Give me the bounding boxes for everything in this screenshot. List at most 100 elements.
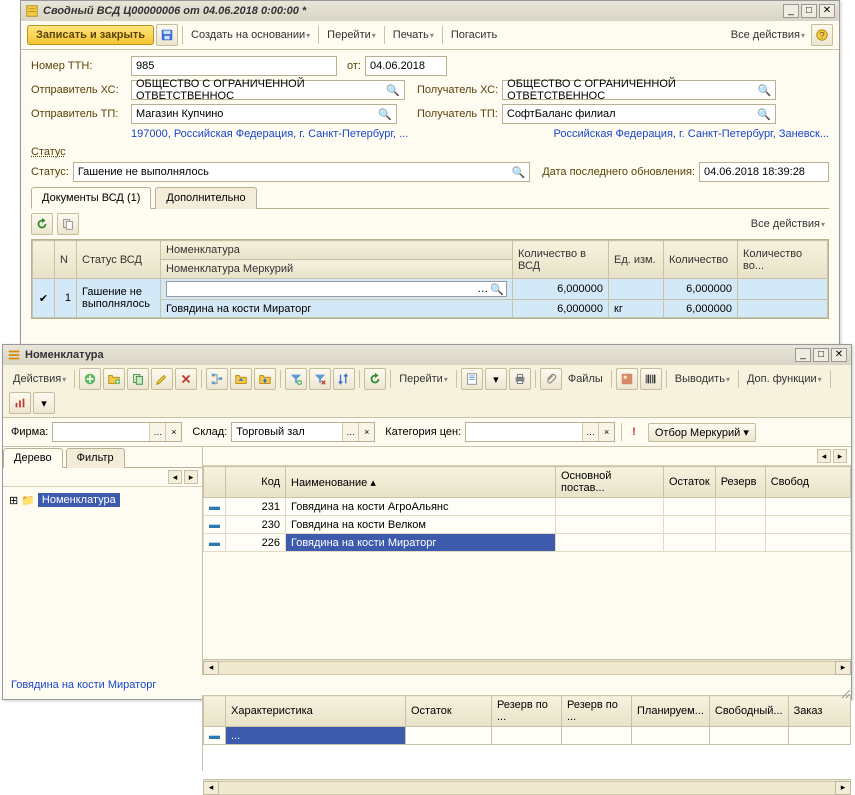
create-based-menu[interactable]: Создать на основании▾ xyxy=(187,27,314,43)
files-menu[interactable]: Файлы xyxy=(564,371,607,387)
sender-tp-input[interactable]: Магазин Купчино🔍 xyxy=(131,104,397,124)
firma-combo[interactable]: …× xyxy=(52,422,182,442)
col-free[interactable]: Свобод xyxy=(765,467,850,498)
col-stock[interactable]: Остаток xyxy=(664,467,716,498)
scroll-left-icon[interactable]: ◂ xyxy=(203,781,219,795)
table-row[interactable]: ▬ ... xyxy=(204,727,851,745)
col-free[interactable]: Свободный... xyxy=(709,696,788,727)
minimize-button[interactable]: _ xyxy=(783,4,799,18)
maximize-button[interactable]: □ xyxy=(813,348,829,362)
recipient-tp-input[interactable]: СофтБаланс филиал🔍 xyxy=(502,104,776,124)
tab-docs[interactable]: Документы ВСД (1) xyxy=(31,187,151,209)
table-row[interactable]: ✔ 1 Гашение не выполнялось … 🔍 6,000000 … xyxy=(33,279,828,300)
goto-menu[interactable]: Перейти▾ xyxy=(395,371,452,387)
print-icon[interactable] xyxy=(509,368,531,390)
nav-left-icon[interactable]: ◂ xyxy=(168,470,182,484)
recipient-address-link[interactable]: Российская Федерация, г. Санкт-Петербург… xyxy=(554,128,829,140)
expand-icon[interactable]: ⊞ xyxy=(9,494,18,507)
add-icon[interactable] xyxy=(79,368,101,390)
save-icon[interactable] xyxy=(156,24,178,46)
actions-menu[interactable]: Действия▾ xyxy=(9,371,70,387)
search-icon[interactable]: 🔍 xyxy=(378,108,392,121)
pogasit-button[interactable]: Погасить xyxy=(447,27,501,43)
col-unit[interactable]: Ед. изм. xyxy=(609,241,664,279)
all-actions-menu[interactable]: Все действия▾ xyxy=(727,27,809,43)
scroll-right-icon[interactable]: ▸ xyxy=(835,781,851,795)
status-input[interactable]: Гашение не выполнялось🔍 xyxy=(73,162,530,182)
col-order[interactable]: Заказ xyxy=(788,696,850,727)
sort-icon[interactable] xyxy=(333,368,355,390)
copy-icon[interactable] xyxy=(127,368,149,390)
col-stock[interactable]: Остаток xyxy=(406,696,492,727)
titlebar[interactable]: Номенклатура _ □ ✕ xyxy=(3,345,851,365)
updated-input[interactable]: 04.06.2018 18:39:28 xyxy=(699,162,829,182)
search-icon[interactable]: 🔍 xyxy=(490,283,504,296)
tree-root-label[interactable]: Номенклатура xyxy=(38,493,120,507)
col-plan[interactable]: Планируем... xyxy=(632,696,710,727)
help-icon[interactable]: ? xyxy=(811,24,833,46)
move-to-icon[interactable] xyxy=(254,368,276,390)
hierarchy-icon[interactable] xyxy=(206,368,228,390)
print-menu[interactable]: Печать▾ xyxy=(389,27,438,43)
resize-grip-icon[interactable] xyxy=(839,687,851,699)
col-nomen[interactable]: Номенклатура xyxy=(161,241,513,260)
dropdown-icon[interactable]: ▾ xyxy=(33,392,55,414)
minimize-button[interactable]: _ xyxy=(795,348,811,362)
ellipsis-icon[interactable]: … xyxy=(477,283,488,295)
copy-icon[interactable] xyxy=(57,213,79,235)
col-qty-vsd[interactable]: Количество в ВСД xyxy=(513,241,609,279)
vsd-grid[interactable]: N Статус ВСД Номенклатура Количество в В… xyxy=(31,239,829,319)
nomenclature-list[interactable]: Код Наименование ▴ Основной постав... Ос… xyxy=(203,466,851,659)
col-qty-in[interactable]: Количество во... xyxy=(738,241,828,279)
edit-icon[interactable] xyxy=(151,368,173,390)
extra-fn-menu[interactable]: Доп. функции▾ xyxy=(743,371,826,387)
refresh-icon[interactable] xyxy=(364,368,386,390)
filter-clear-icon[interactable] xyxy=(309,368,331,390)
nav-right-icon[interactable]: ▸ xyxy=(184,470,198,484)
grid-all-actions[interactable]: Все действия▾ xyxy=(747,216,829,232)
col-supplier[interactable]: Основной постав... xyxy=(556,467,664,498)
close-button[interactable]: ✕ xyxy=(831,348,847,362)
scroll-right-icon[interactable]: ▸ xyxy=(835,661,851,675)
dropdown-icon[interactable]: ▾ xyxy=(485,368,507,390)
filter-plus-icon[interactable] xyxy=(285,368,307,390)
col-code[interactable]: Код xyxy=(226,467,286,498)
image-icon[interactable] xyxy=(616,368,638,390)
sender-address-link[interactable]: 197000, Российская Федерация, г. Санкт-П… xyxy=(131,128,408,140)
add-folder-icon[interactable] xyxy=(103,368,125,390)
chart-icon[interactable] xyxy=(9,392,31,414)
list-item[interactable]: ▬ 226 Говядина на кости Мираторг xyxy=(204,534,851,552)
nomen-cell-input[interactable]: … 🔍 xyxy=(166,281,507,297)
scroll-left-icon[interactable]: ◂ xyxy=(203,661,219,675)
barcode-icon[interactable] xyxy=(640,368,662,390)
col-n[interactable]: N xyxy=(55,241,77,279)
attach-icon[interactable] xyxy=(540,368,562,390)
save-close-button[interactable]: Записать и закрыть xyxy=(27,25,154,45)
ttn-input[interactable]: 985 xyxy=(131,56,337,76)
price-combo[interactable]: …× xyxy=(465,422,615,442)
col-nomen-mercury[interactable]: Номенклатура Меркурий xyxy=(161,260,513,279)
tree-tab-tree[interactable]: Дерево xyxy=(3,448,63,468)
search-icon[interactable]: 🔍 xyxy=(757,108,771,121)
delete-icon[interactable] xyxy=(175,368,197,390)
col-name[interactable]: Наименование ▴ xyxy=(286,467,556,498)
titlebar[interactable]: Сводный ВСД Ц00000006 от 04.06.2018 0:00… xyxy=(21,1,839,21)
tree-root-row[interactable]: ⊞ 📁 Номенклатура xyxy=(9,493,196,507)
nav-left-icon[interactable]: ◂ xyxy=(817,449,831,463)
list-item[interactable]: ▬ 231 Говядина на кости АгроАльянс xyxy=(204,498,851,516)
hscrollbar[interactable]: ◂ ▸ xyxy=(203,659,851,675)
search-icon[interactable]: 🔍 xyxy=(757,84,771,97)
recipient-hs-input[interactable]: ОБЩЕСТВО С ОГРАНИЧЕННОЙ ОТВЕТСТВЕННОС🔍 xyxy=(502,80,776,100)
maximize-button[interactable]: □ xyxy=(801,4,817,18)
nav-right-icon[interactable]: ▸ xyxy=(833,449,847,463)
col-char[interactable]: Характеристика xyxy=(226,696,406,727)
sender-hs-input[interactable]: ОБЩЕСТВО С ОГРАНИЧЕННОЙ ОТВЕТСТВЕННОС🔍 xyxy=(131,80,405,100)
refresh-icon[interactable] xyxy=(31,213,53,235)
search-icon[interactable]: 🔍 xyxy=(386,84,400,97)
mercury-filter-button[interactable]: Отбор Меркурий ▾ xyxy=(648,423,756,442)
search-icon[interactable]: 🔍 xyxy=(511,166,525,179)
sklad-combo[interactable]: Торговый зал…× xyxy=(231,422,375,442)
goto-menu[interactable]: Перейти▾ xyxy=(323,27,380,43)
close-button[interactable]: ✕ xyxy=(819,4,835,18)
move-up-icon[interactable] xyxy=(230,368,252,390)
